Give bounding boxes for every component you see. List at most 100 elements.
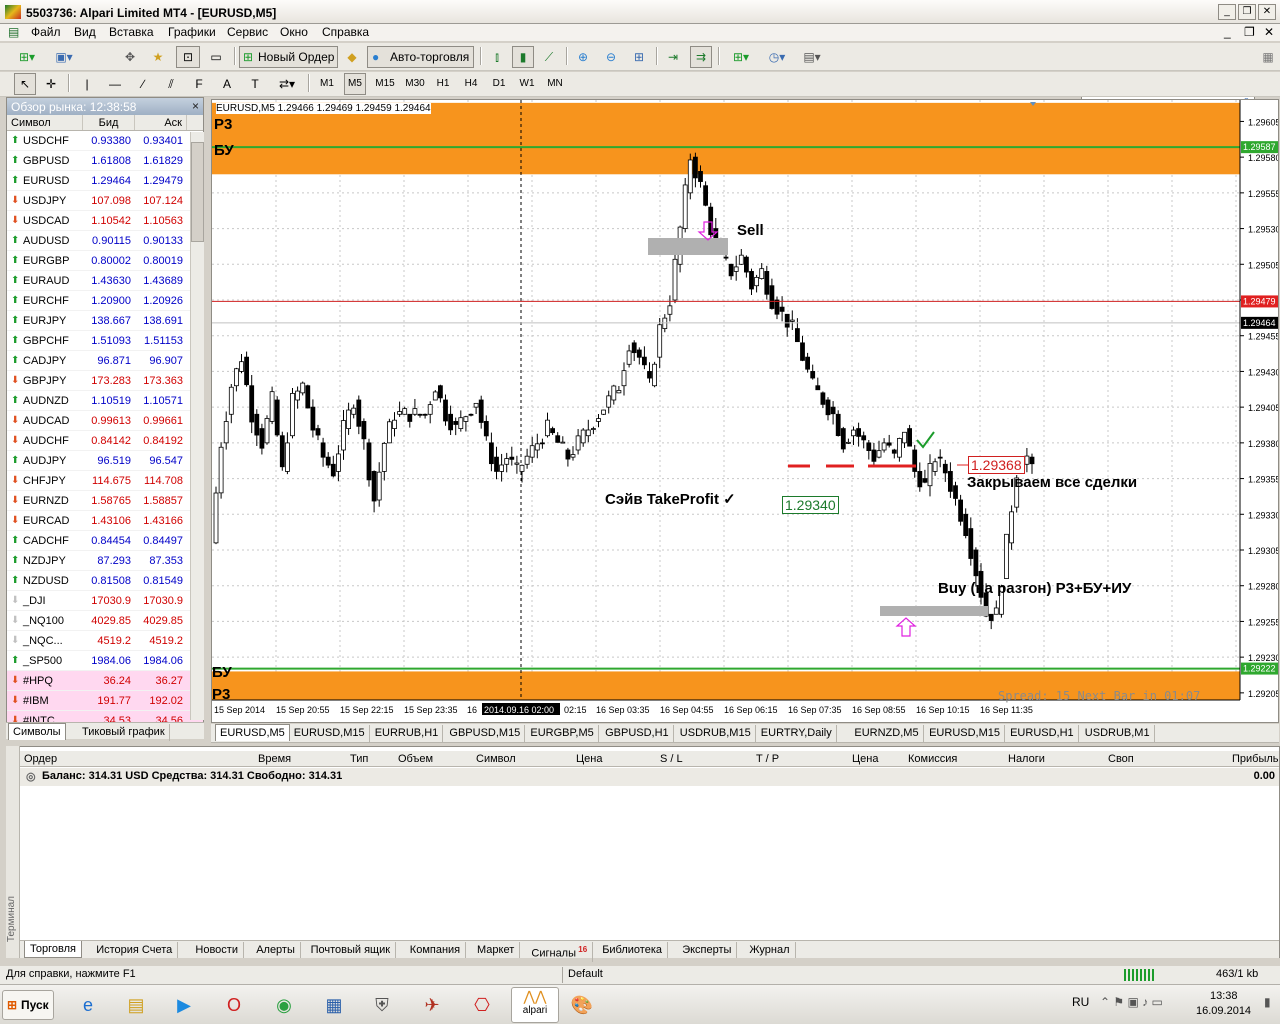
profiles-icon[interactable]: ▣▾ [48, 46, 80, 68]
indicators-icon[interactable]: ⊞▾ [724, 46, 758, 68]
autoscroll-icon[interactable]: ⇉ [690, 46, 712, 68]
market-watch-row[interactable]: ⬆ NZDUSD 0.81508 0.81549 [7, 571, 203, 591]
chart-tab[interactable]: EURUSD,M15 [925, 725, 1005, 742]
data-window-icon[interactable]: ⊡ [176, 46, 200, 68]
menu-window[interactable]: Окно [280, 25, 308, 39]
periods-icon[interactable]: ◷▾ [762, 46, 792, 68]
auto-trading-button[interactable]: ● Авто-торговля [367, 46, 474, 68]
market-watch-row[interactable]: ⬆ EURCHF 1.20900 1.20926 [7, 291, 203, 311]
trendline-icon[interactable]: ∕ [132, 73, 154, 95]
col-symbol[interactable]: Символ [7, 115, 83, 130]
timeframe-m1[interactable]: M1 [316, 73, 338, 95]
market-watch-row[interactable]: ⬆ AUDUSD 0.90115 0.90133 [7, 231, 203, 251]
terminal-column[interactable]: Налоги [1008, 753, 1045, 765]
market-watch-row[interactable]: ⬇ AUDCAD 0.99613 0.99661 [7, 411, 203, 431]
terminal-column[interactable]: T / P [756, 753, 779, 765]
market-watch-row[interactable]: ⬇ USDJPY 107.098 107.124 [7, 191, 203, 211]
menu-insert[interactable]: Вставка [109, 25, 154, 39]
start-button[interactable]: ⊞ Пуск [2, 990, 54, 1020]
timeframe-mn[interactable]: MN [544, 73, 566, 95]
market-watch-row[interactable]: ⬆ EURGBP 0.80002 0.80019 [7, 251, 203, 271]
col-bid[interactable]: Бид [83, 115, 135, 130]
mdi-restore-button[interactable]: ❐ [1244, 25, 1255, 39]
market-watch-row[interactable]: ⬆ AUDNZD 1.10519 1.10571 [7, 391, 203, 411]
market-watch-row[interactable]: ⬇ #HPQ 36.24 36.27 [7, 671, 203, 691]
terminal-column[interactable]: Цена [852, 753, 878, 765]
market-watch-row[interactable]: ⬆ _SP500 1984.06 1984.06 [7, 651, 203, 671]
tray-icons[interactable]: ⌃ ⚑ ▣ ♪ ▭ [1100, 995, 1163, 1009]
chart-tab[interactable]: EURUSD,M5 [215, 724, 290, 741]
timeframe-d1[interactable]: D1 [488, 73, 510, 95]
timeframe-h1[interactable]: H1 [432, 73, 454, 95]
chart-tab[interactable]: EURTRY,Daily [757, 725, 837, 742]
market-watch-row[interactable]: ⬇ _DJI 17030.9 17030.9 [7, 591, 203, 611]
terminal-icon[interactable]: ▭ [204, 46, 228, 68]
scrollbar-thumb[interactable] [191, 142, 204, 242]
opera-icon[interactable]: O [214, 988, 254, 1022]
text-label-icon[interactable]: T [244, 73, 266, 95]
navigator-icon[interactable]: ★ [146, 46, 170, 68]
market-watch-row[interactable]: ⬇ EURCAD 1.43106 1.43166 [7, 511, 203, 531]
market-watch-row[interactable]: ⬆ EURUSD 1.29464 1.29479 [7, 171, 203, 191]
alpari-taskbar-button[interactable]: ⋀⋀ alpari [511, 987, 559, 1023]
market-watch-row[interactable]: ⬆ GBPUSD 1.61808 1.61829 [7, 151, 203, 171]
zoom-out-icon[interactable]: ⊖ [600, 46, 622, 68]
terminal-column[interactable]: Прибыль [1232, 753, 1279, 765]
explorer-icon[interactable]: ▤ [116, 988, 156, 1022]
fibonacci-icon[interactable]: F [188, 73, 210, 95]
market-watch-row[interactable]: ⬇ GBPJPY 173.283 173.363 [7, 371, 203, 391]
chart-tab[interactable]: GBPUSD,H1 [601, 725, 674, 742]
menu-charts[interactable]: Графики [168, 25, 216, 39]
chart-tab[interactable]: EURGBP,M5 [526, 725, 599, 742]
terminal-column[interactable]: Тип [350, 753, 368, 765]
market-watch-row[interactable]: ⬇ USDCAD 1.10542 1.10563 [7, 211, 203, 231]
market-watch-row[interactable]: ⬆ NZDJPY 87.293 87.353 [7, 551, 203, 571]
market-watch-row[interactable]: ⬇ EURNZD 1.58765 1.58857 [7, 491, 203, 511]
new-chart-icon[interactable]: ⊞▾ [10, 46, 44, 68]
timeframe-w1[interactable]: W1 [516, 73, 538, 95]
cursor-icon[interactable]: ↖ [14, 73, 36, 95]
menu-file[interactable]: Файл [31, 25, 61, 39]
price-chart[interactable]: 1.29605 1.29580 1.29555 1.29530 1.29505 1.294… [212, 100, 1279, 723]
market-watch-row[interactable]: ⬆ CADJPY 96.871 96.907 [7, 351, 203, 371]
menu-doc-icon[interactable]: ▤ [8, 25, 19, 39]
minimize-button[interactable]: _ [1218, 4, 1236, 20]
timeframe-h4[interactable]: H4 [460, 73, 482, 95]
chart-tab[interactable]: USDRUB,M15 [676, 725, 756, 742]
terminal-column[interactable]: Ордер [24, 753, 57, 765]
tab-symbols[interactable]: Символы [8, 723, 66, 740]
pdf-icon[interactable]: ⎔ [462, 988, 502, 1022]
tile-windows-icon[interactable]: ⊞ [628, 46, 650, 68]
candlestick-icon[interactable]: ▮ [512, 46, 534, 68]
chart-tab[interactable]: GBPUSD,M15 [445, 725, 526, 742]
terminal-tab[interactable]: История Счета [91, 942, 179, 958]
menu-help[interactable]: Справка [322, 25, 369, 39]
arrows-icon[interactable]: ⇄▾ [272, 73, 302, 95]
chart-tab[interactable]: EURUSD,M15 [290, 725, 370, 742]
terminal-tab[interactable]: Торговля [24, 941, 82, 958]
language-indicator[interactable]: RU [1072, 995, 1089, 1009]
help-icon[interactable]: ▦ [1258, 46, 1278, 68]
timeframe-m30[interactable]: M30 [402, 73, 428, 95]
media-player-icon[interactable]: ▶ [164, 988, 204, 1022]
metaeditor-icon[interactable]: ◆ [341, 46, 363, 68]
chart-shift-icon[interactable]: ⇥ [662, 46, 684, 68]
market-watch-row[interactable]: ⬇ AUDCHF 0.84142 0.84192 [7, 431, 203, 451]
channel-icon[interactable]: ⫽ [160, 73, 182, 95]
terminal-column[interactable]: Комиссия [908, 753, 957, 765]
terminal-column[interactable]: Своп [1108, 753, 1134, 765]
terminal-tab[interactable]: Компания [405, 942, 467, 958]
timeframe-m5[interactable]: M5 [344, 73, 366, 95]
restore-button[interactable]: ❐ [1238, 4, 1256, 20]
terminal-tab[interactable]: Алерты [251, 942, 301, 958]
timeframe-m15[interactable]: M15 [372, 73, 398, 95]
scrollbar[interactable] [190, 132, 204, 720]
new-order-button[interactable]: ⊞ Новый Ордер [239, 46, 338, 68]
chart-tab[interactable]: EURRUB,H1 [371, 725, 444, 742]
chart-tab[interactable]: EURNZD,M5 [850, 725, 924, 742]
terminal-tab[interactable]: Библиотека [597, 942, 668, 958]
close-button[interactable]: ✕ [1258, 4, 1276, 20]
line-chart-icon[interactable]: ⟋ [538, 46, 560, 68]
chart-window[interactable]: 1.29605 1.29580 1.29555 1.29530 1.29505 1.294… [211, 99, 1279, 723]
plane-game-icon[interactable]: ✈ [412, 988, 452, 1022]
